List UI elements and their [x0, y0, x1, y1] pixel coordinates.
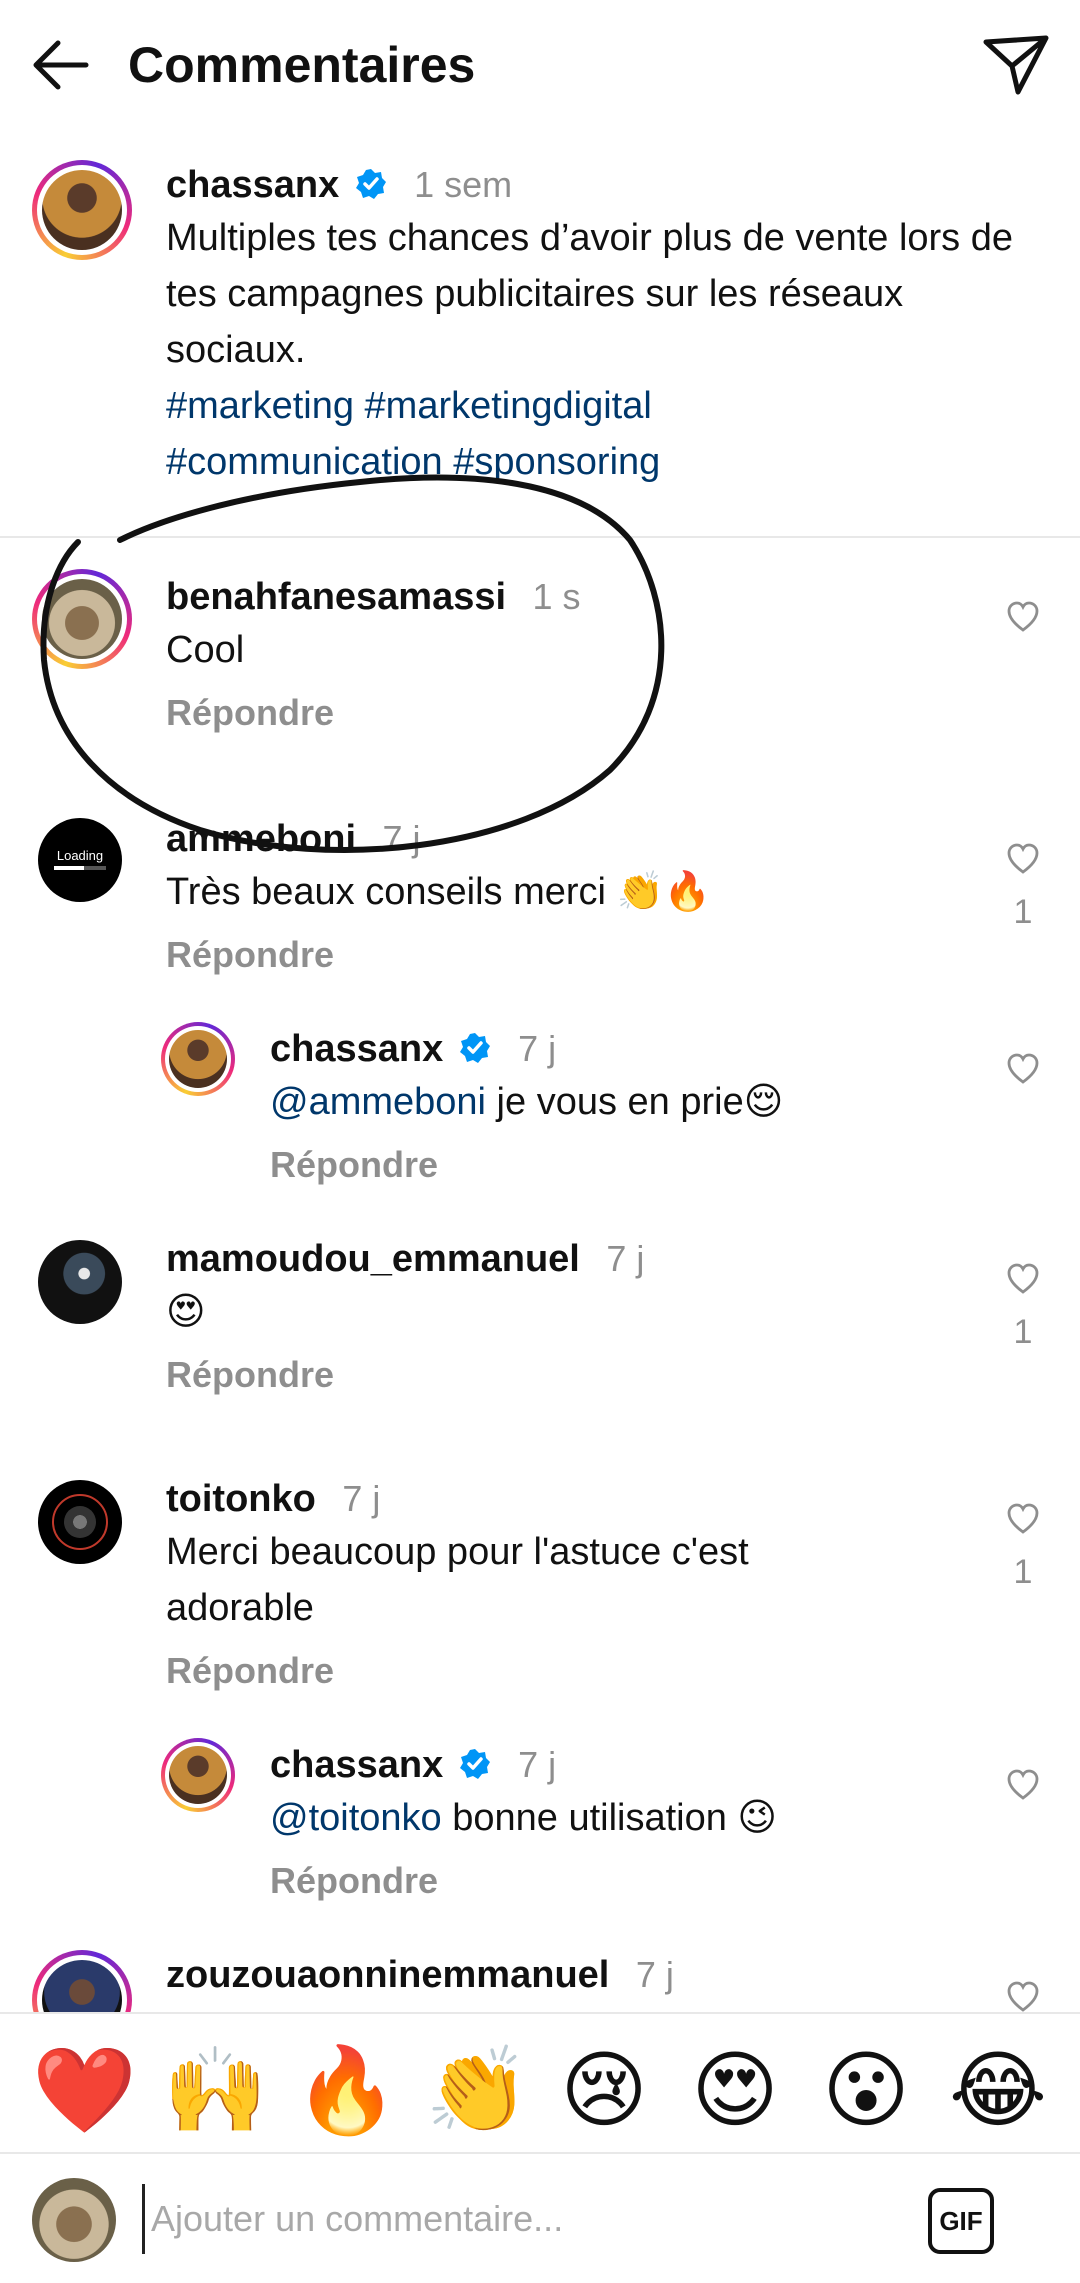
comment-text: 😍	[166, 1291, 206, 1333]
back-button[interactable]	[28, 30, 98, 100]
post-avatar-ring[interactable]	[32, 160, 132, 260]
comment-avatar-ring[interactable]	[32, 569, 132, 669]
verified-badge-icon	[459, 1033, 490, 1063]
comment-text: Cool	[166, 629, 245, 671]
timestamp: 7 j	[606, 1238, 645, 1279]
heart-icon[interactable]	[1006, 1262, 1040, 1296]
avatar[interactable]: Loading	[38, 818, 122, 902]
avatar[interactable]	[38, 1240, 122, 1324]
post-caption: chassanx 1 sem Multiples tes chances d’a…	[166, 160, 1016, 490]
verified-badge-icon	[355, 169, 386, 199]
comment: benahfanesamassi 1 s Cool Répondre	[166, 572, 966, 734]
reply-button[interactable]: Répondre	[166, 692, 966, 734]
reply-comment: chassanx 7 j @toitonko bonne utilisation…	[270, 1740, 970, 1902]
comment-body: bonne utilisation 😉	[441, 1797, 778, 1839]
comment: mamoudou_emmanuel 7 j 😍 Répondre	[166, 1234, 966, 1396]
comment: ammeboni 7 j Très beaux conseils merci 👏…	[166, 814, 966, 976]
timestamp: 7 j	[635, 1954, 674, 1995]
timestamp: 7 j	[342, 1478, 381, 1519]
username[interactable]: chassanx	[270, 1744, 443, 1786]
username[interactable]: chassanx	[270, 1028, 443, 1070]
username[interactable]: zouzouaonninemmanuel	[166, 1954, 609, 1996]
comment-text: @ammeboni je vous en prie😌	[270, 1074, 970, 1130]
heart-icon[interactable]	[1006, 600, 1040, 634]
reply-button[interactable]: Répondre	[166, 1354, 966, 1396]
timestamp: 1 sem	[414, 164, 513, 205]
share-button[interactable]	[980, 28, 1052, 100]
timestamp: 7 j	[518, 1744, 557, 1785]
mention-link[interactable]: @ammeboni	[270, 1081, 486, 1123]
mention-link[interactable]: @toitonko	[270, 1797, 442, 1839]
comment: zouzouaonninemmanuel 7 j	[166, 1950, 966, 2000]
fire-emoji-button[interactable]: 🔥	[294, 2042, 399, 2138]
like-count: 1	[1013, 893, 1033, 931]
verified-badge-icon	[459, 1749, 490, 1779]
heart-emoji-button[interactable]: ❤️	[32, 2042, 137, 2138]
crying-emoji-button[interactable]: 😢	[556, 2042, 652, 2138]
avatar-label: Loading	[56, 848, 104, 863]
caption-text: Multiples tes chances d’avoir plus de ve…	[166, 217, 1014, 371]
reply-avatar-ring[interactable]	[161, 1738, 235, 1812]
clapping-emoji-button[interactable]: 👏	[425, 2042, 530, 2138]
avatar	[42, 170, 122, 250]
reply-button[interactable]: Répondre	[270, 1860, 970, 1902]
reply-comment: chassanx 7 j @ammeboni je vous en prie😌 …	[270, 1024, 970, 1186]
heart-icon[interactable]	[1006, 1052, 1040, 1086]
comment-input[interactable]: Ajouter un commentaire...	[142, 2184, 911, 2254]
comment-composer: Ajouter un commentaire... GIF	[0, 2152, 1080, 2283]
reply-button[interactable]: Répondre	[166, 1650, 966, 1692]
username[interactable]: mamoudou_emmanuel	[166, 1238, 580, 1280]
raising-hands-emoji-button[interactable]: 🙌	[163, 2042, 268, 2138]
timestamp: 1 s	[532, 576, 581, 617]
timestamp: 7 j	[518, 1028, 557, 1069]
current-user-avatar	[32, 2178, 116, 2262]
laughing-emoji-button[interactable]: 😂	[949, 2042, 1047, 2138]
avatar	[42, 579, 122, 659]
reply-button[interactable]: Répondre	[166, 934, 966, 976]
username[interactable]: chassanx	[166, 164, 339, 206]
username[interactable]: benahfanesamassi	[166, 576, 506, 618]
comment: toitonko 7 j Merci beaucoup pour l'astuc…	[166, 1474, 966, 1692]
timestamp: 7 j	[382, 818, 421, 859]
hashtags-line-2[interactable]: #communication #sponsoring	[166, 434, 1016, 490]
like-count: 1	[1013, 1553, 1033, 1591]
header: Commentaires	[0, 0, 1080, 130]
comment-text: Très beaux conseils merci 👏🔥	[166, 871, 712, 913]
divider	[0, 536, 1080, 538]
like-count: 1	[1013, 1313, 1033, 1351]
heart-icon[interactable]	[1006, 1502, 1040, 1536]
comment-body: je vous en prie😌	[486, 1081, 784, 1123]
comments-screen: Commentaires chassanx 1 sem Multiples te…	[0, 0, 1080, 2283]
arrow-left-icon	[33, 40, 89, 90]
heart-icon[interactable]	[1006, 1768, 1040, 1802]
username[interactable]: toitonko	[166, 1478, 316, 1520]
avatar	[169, 1030, 227, 1088]
avatar	[169, 1746, 227, 1804]
username[interactable]: ammeboni	[166, 818, 356, 860]
comment-text: Merci beaucoup pour l'astuce c'est adora…	[166, 1531, 749, 1629]
emoji-reaction-bar: ❤️ 🙌 🔥 👏 😢 😍 😮 😂	[0, 2012, 1080, 2154]
gif-button[interactable]: GIF	[928, 2188, 994, 2254]
reply-button[interactable]: Répondre	[270, 1144, 970, 1186]
surprised-emoji-button[interactable]: 😮	[818, 2042, 914, 2138]
avatar[interactable]	[38, 1480, 122, 1564]
page-title: Commentaires	[128, 37, 476, 93]
reply-avatar-ring[interactable]	[161, 1022, 235, 1096]
hashtags-line-1[interactable]: #marketing #marketingdigital	[166, 378, 1016, 434]
heart-icon[interactable]	[1006, 842, 1040, 876]
comment-text: @toitonko bonne utilisation 😉	[270, 1790, 970, 1846]
paper-plane-icon	[983, 35, 1049, 95]
heart-eyes-emoji-button[interactable]: 😍	[687, 2042, 783, 2138]
heart-icon[interactable]	[1006, 1980, 1040, 2014]
